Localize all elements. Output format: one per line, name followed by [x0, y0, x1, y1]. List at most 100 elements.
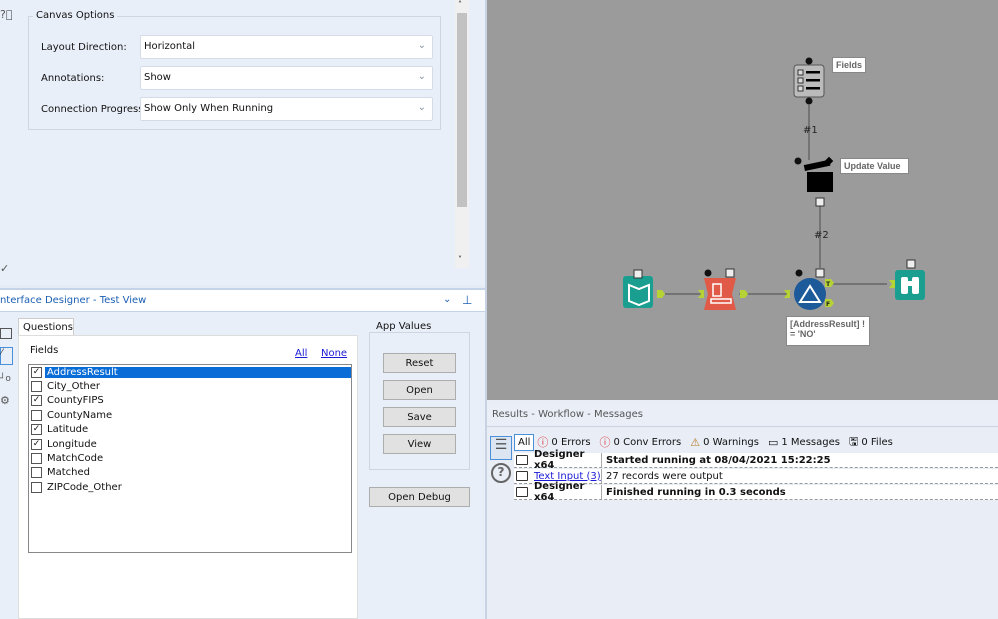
chevron-down-icon: ⌄	[417, 71, 426, 82]
view-button[interactable]: View	[383, 434, 456, 454]
field-name: AddressResult	[45, 366, 351, 378]
select-tool-icon	[698, 268, 748, 310]
source-link[interactable]: Text Input (3)	[534, 471, 601, 482]
field-checkbox[interactable]: ✓	[31, 424, 42, 436]
browse-tool-icon	[889, 259, 925, 300]
open-debug-button[interactable]: Open Debug	[369, 487, 470, 507]
field-item[interactable]: ✓ Longitude	[29, 437, 351, 451]
help-icon[interactable]: ?⃝	[0, 8, 12, 21]
filter-warnings-button[interactable]: 0 Warnings	[703, 437, 759, 448]
false-anchor: F	[826, 301, 830, 308]
connection-2-label: #2	[814, 230, 829, 241]
vertical-scrollbar[interactable]: ˄ ˅	[455, 0, 469, 268]
field-name: CountyName	[47, 409, 113, 421]
tab-questions[interactable]: Questions	[18, 318, 74, 336]
message-source-cell: Designer x64	[514, 481, 602, 503]
field-checkbox[interactable]	[31, 481, 42, 493]
message-icon	[516, 487, 528, 497]
connection-icon[interactable]: ┘o	[0, 374, 11, 384]
field-name: City_Other	[47, 381, 100, 393]
fields-label: Fields	[30, 345, 59, 356]
help-icon[interactable]: ?	[491, 463, 511, 483]
results-pane: Results - Workflow - Messages ☰ ? All ⓘ 0…	[487, 400, 998, 619]
questions-panel: Fields All None ✓ AddressResult City_Other…	[18, 335, 358, 619]
error-icon: ⓘ	[537, 436, 549, 449]
scrollbar-thumb[interactable]	[457, 13, 467, 207]
pin-icon[interactable]: ⊥	[462, 293, 472, 307]
field-name: MatchCode	[47, 453, 104, 465]
reset-button[interactable]: Reset	[383, 353, 456, 373]
select-none-link[interactable]: None	[321, 348, 347, 359]
scroll-up-icon[interactable]: ˄	[458, 0, 462, 9]
warning-icon: ⚠	[690, 435, 701, 449]
filter-annotation: [AddressResult] ! = 'NO'	[786, 316, 870, 346]
field-item[interactable]: Matched	[29, 466, 351, 480]
workflow-canvas[interactable]: #1 #2 T F Fields Update Value [AddressRe…	[487, 0, 998, 400]
field-checkbox[interactable]: ✓	[31, 438, 42, 450]
conv-error-icon: ⓘ	[599, 436, 611, 449]
field-checkbox[interactable]	[31, 467, 42, 479]
connection-progress-select[interactable]: Show Only When Running ⌄	[140, 97, 433, 121]
scroll-down-icon[interactable]: ˅	[458, 255, 462, 264]
connection-progress-label: Connection Progress:	[41, 104, 147, 115]
fields-annotation: Fields	[832, 57, 867, 73]
filter-messages-button[interactable]: 1 Messages	[781, 437, 840, 448]
select-all-link[interactable]: All	[295, 348, 307, 359]
save-button[interactable]: Save	[383, 407, 456, 427]
filter-errors-button[interactable]: 0 Errors	[551, 437, 590, 448]
field-name: CountyFIPS	[47, 395, 104, 407]
interface-designer-title: Interface Designer - Test View	[0, 295, 147, 306]
canvas-options-title: Canvas Options	[33, 10, 118, 21]
layout-icon[interactable]	[0, 328, 12, 339]
field-item[interactable]: ✓ CountyFIPS	[29, 394, 351, 408]
text-input-tool-icon	[623, 269, 665, 308]
update-value-annotation: Update Value	[840, 158, 909, 174]
open-button[interactable]: Open	[383, 380, 456, 400]
field-name: Latitude	[47, 424, 89, 436]
config-content: Canvas Options Layout Direction: Horizon…	[18, 0, 455, 268]
layout-direction-select[interactable]: Horizontal ⌄	[140, 35, 433, 59]
interface-designer-header: Interface Designer - Test View ⌄ ⊥	[0, 288, 485, 312]
field-item[interactable]: MatchCode	[29, 451, 351, 465]
field-item[interactable]: ✓ Latitude	[29, 423, 351, 437]
chevron-down-icon: ⌄	[417, 40, 426, 51]
check-icon[interactable]: ✓	[0, 262, 9, 275]
annotations-value: Show	[144, 72, 171, 83]
field-item[interactable]: ZIPCode_Other	[29, 480, 351, 494]
field-checkbox[interactable]: ✓	[31, 366, 42, 378]
file-icon: 🖫	[848, 434, 859, 448]
action-tool-icon	[794, 156, 834, 207]
message-icon: ▭	[767, 435, 779, 449]
annotations-select[interactable]: Show ⌄	[140, 66, 433, 90]
layout-direction-value: Horizontal	[144, 41, 196, 52]
gear-icon[interactable]: ⚙	[0, 394, 10, 407]
checkbox-tool-icon	[793, 57, 825, 105]
field-name: ZIPCode_Other	[47, 481, 122, 493]
field-item[interactable]: ✓ AddressResult	[29, 365, 351, 379]
annotations-label: Annotations:	[41, 73, 105, 84]
message-icon	[516, 471, 528, 481]
message-row[interactable]: Designer x64 Finished running in 0.3 seco…	[514, 481, 998, 503]
wand-icon[interactable]: ⁄	[0, 347, 13, 365]
field-checkbox[interactable]: ✓	[31, 395, 42, 407]
field-item[interactable]: CountyName	[29, 408, 351, 422]
field-checkbox[interactable]	[31, 409, 42, 421]
filter-files-button[interactable]: 0 Files	[861, 437, 892, 448]
interface-designer-body: ⁄ ┘o ⚙ Questions Fields All None ✓ Addres…	[0, 312, 485, 619]
source-text: Designer x64	[534, 449, 585, 471]
layout-direction-label: Layout Direction:	[41, 42, 127, 53]
message-text: 27 records were output	[606, 470, 723, 482]
filter-conv-errors-button[interactable]: 0 Conv Errors	[614, 437, 682, 448]
app-values-title: App Values	[374, 321, 434, 332]
field-checkbox[interactable]	[31, 453, 42, 465]
message-row[interactable]: Designer x64 Started running at 08/04/202…	[514, 449, 998, 471]
list-view-icon[interactable]: ☰	[490, 436, 512, 460]
field-checkbox[interactable]	[31, 381, 42, 393]
field-item[interactable]: City_Other	[29, 379, 351, 393]
message-text: Started running at 08/04/2021 15:22:25	[606, 454, 831, 466]
fields-list[interactable]: ✓ AddressResult City_Other ✓ CountyFIPS Count…	[28, 364, 352, 553]
filter-all-button[interactable]: All	[514, 433, 535, 451]
source-text: Designer x64	[534, 481, 585, 503]
results-header: Results - Workflow - Messages	[487, 404, 998, 427]
chevron-down-icon[interactable]: ⌄	[443, 294, 451, 305]
